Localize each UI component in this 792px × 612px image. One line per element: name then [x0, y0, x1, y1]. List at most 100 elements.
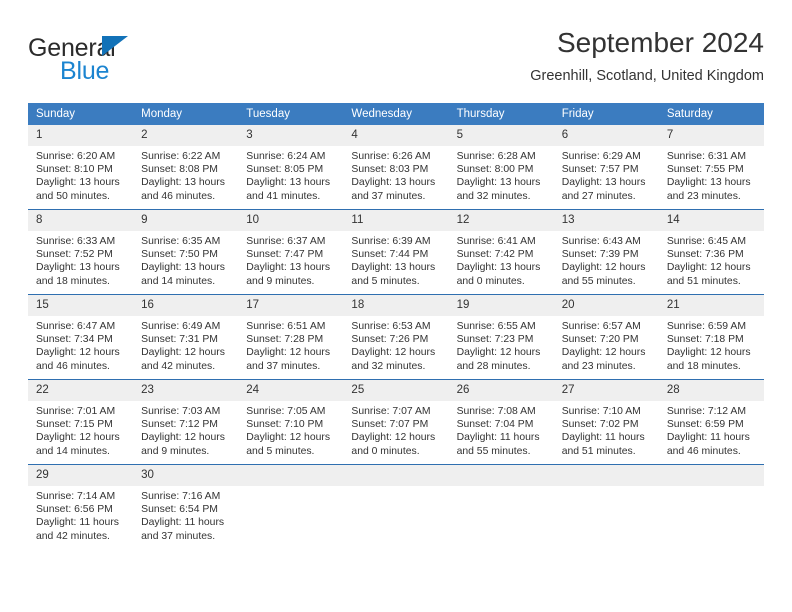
- day-cell-content: 20 Sunrise: 6:57 AM Sunset: 7:20 PM Dayligh…: [553, 295, 659, 379]
- day-sun-info: Sunrise: 6:59 AM Sunset: 7:18 PM Daylight:…: [659, 316, 764, 373]
- calendar-day-cell[interactable]: 20 Sunrise: 6:57 AM Sunset: 7:20 PM Dayligh…: [553, 294, 659, 380]
- day-cell-content: 7 Sunrise: 6:31 AM Sunset: 7:55 PM Daylight…: [658, 125, 764, 209]
- calendar-day-cell[interactable]: 4 Sunrise: 6:26 AM Sunset: 8:03 PM Daylight…: [343, 125, 449, 210]
- daylight-duration-line1: Daylight: 12 hours: [36, 347, 120, 359]
- day-number: 29: [28, 465, 134, 486]
- day-sun-info: Sunrise: 6:35 AM Sunset: 7:50 PM Daylight:…: [133, 231, 238, 288]
- day-cell-content: 8 Sunrise: 6:33 AM Sunset: 7:52 PM Daylight…: [28, 210, 134, 294]
- calendar-day-cell[interactable]: 27 Sunrise: 7:10 AM Sunset: 7:02 PM Dayligh…: [553, 379, 659, 465]
- calendar-day-cell[interactable]: 9 Sunrise: 6:35 AM Sunset: 7:50 PM Daylight…: [133, 209, 239, 295]
- sunrise-time: Sunrise: 6:49 AM: [141, 321, 221, 332]
- calendar-day-cell[interactable]: 23 Sunrise: 7:03 AM Sunset: 7:12 PM Dayligh…: [133, 379, 239, 465]
- sunset-time: Sunset: 7:31 PM: [141, 334, 218, 346]
- sunrise-time: Sunrise: 7:01 AM: [36, 406, 116, 417]
- calendar-body: 1 Sunrise: 6:20 AM Sunset: 8:10 PM Daylight…: [28, 125, 764, 549]
- logo-text-blue: Blue: [60, 57, 110, 85]
- daylight-duration-line1: Daylight: 12 hours: [351, 432, 436, 444]
- sunset-time: Sunset: 8:10 PM: [36, 164, 113, 176]
- calendar-day-cell[interactable]: [658, 464, 764, 549]
- calendar-day-cell[interactable]: [343, 464, 449, 549]
- sunset-time: Sunset: 6:54 PM: [141, 504, 218, 516]
- calendar-day-cell[interactable]: 1 Sunrise: 6:20 AM Sunset: 8:10 PM Daylight…: [28, 125, 134, 210]
- calendar-day-cell[interactable]: [448, 464, 554, 549]
- day-cell-content: 24 Sunrise: 7:05 AM Sunset: 7:10 PM Dayligh…: [238, 380, 344, 464]
- calendar-day-cell[interactable]: 22 Sunrise: 7:01 AM Sunset: 7:15 PM Dayligh…: [28, 379, 134, 465]
- day-sun-info: Sunrise: 6:26 AM Sunset: 8:03 PM Daylight:…: [343, 146, 448, 203]
- calendar-day-cell[interactable]: 3 Sunrise: 6:24 AM Sunset: 8:05 PM Daylight…: [238, 125, 344, 210]
- daylight-duration-line2: and 9 minutes.: [246, 275, 315, 287]
- daylight-duration-line1: Daylight: 12 hours: [351, 347, 436, 359]
- calendar-day-cell[interactable]: 8 Sunrise: 6:33 AM Sunset: 7:52 PM Daylight…: [28, 209, 134, 295]
- calendar-day-cell[interactable]: 17 Sunrise: 6:51 AM Sunset: 7:28 PM Dayligh…: [238, 294, 344, 380]
- day-number: 3: [238, 125, 344, 146]
- calendar-day-cell[interactable]: [553, 464, 659, 549]
- day-cell-content: 13 Sunrise: 6:43 AM Sunset: 7:39 PM Dayligh…: [553, 210, 659, 294]
- sunrise-time: Sunrise: 6:45 AM: [666, 236, 746, 247]
- sunrise-time: Sunrise: 6:29 AM: [561, 151, 641, 162]
- day-number: 5: [448, 125, 554, 146]
- calendar-day-cell[interactable]: 14 Sunrise: 6:45 AM Sunset: 7:36 PM Dayligh…: [658, 209, 764, 295]
- sunrise-time: Sunrise: 6:28 AM: [456, 151, 536, 162]
- sunset-time: Sunset: 7:15 PM: [36, 419, 113, 431]
- day-number: [658, 465, 764, 486]
- calendar-day-cell[interactable]: 28 Sunrise: 7:12 AM Sunset: 6:59 PM Dayligh…: [658, 379, 764, 465]
- day-number: 20: [553, 295, 659, 316]
- daylight-duration-line2: and 5 minutes.: [351, 275, 420, 287]
- calendar-day-cell[interactable]: 13 Sunrise: 6:43 AM Sunset: 7:39 PM Dayligh…: [553, 209, 659, 295]
- calendar-day-cell[interactable]: 18 Sunrise: 6:53 AM Sunset: 7:26 PM Dayligh…: [343, 294, 449, 380]
- daylight-duration-line2: and 51 minutes.: [561, 445, 636, 457]
- day-number: [343, 465, 449, 486]
- calendar-day-cell[interactable]: 26 Sunrise: 7:08 AM Sunset: 7:04 PM Dayligh…: [448, 379, 554, 465]
- daylight-duration-line2: and 32 minutes.: [351, 360, 426, 372]
- calendar-day-cell[interactable]: 24 Sunrise: 7:05 AM Sunset: 7:10 PM Dayligh…: [238, 379, 344, 465]
- sunset-time: Sunset: 7:26 PM: [351, 334, 429, 346]
- sunrise-time: Sunrise: 6:31 AM: [666, 151, 746, 162]
- calendar-day-cell[interactable]: 11 Sunrise: 6:39 AM Sunset: 7:44 PM Dayligh…: [343, 209, 449, 295]
- sunrise-time: Sunrise: 7:16 AM: [141, 491, 221, 502]
- day-cell-content: 19 Sunrise: 6:55 AM Sunset: 7:23 PM Dayligh…: [448, 295, 554, 379]
- calendar-day-cell[interactable]: 6 Sunrise: 6:29 AM Sunset: 7:57 PM Daylight…: [553, 125, 659, 210]
- sunset-time: Sunset: 7:20 PM: [561, 334, 639, 346]
- sunset-time: Sunset: 6:56 PM: [36, 504, 113, 516]
- day-cell-content: 5 Sunrise: 6:28 AM Sunset: 8:00 PM Daylight…: [448, 125, 554, 209]
- daylight-duration-line1: Daylight: 11 hours: [666, 432, 750, 444]
- calendar-day-cell[interactable]: 7 Sunrise: 6:31 AM Sunset: 7:55 PM Daylight…: [658, 125, 764, 210]
- sunrise-time: Sunrise: 6:41 AM: [456, 236, 536, 247]
- day-sun-info: Sunrise: 7:14 AM Sunset: 6:56 PM Daylight:…: [28, 486, 133, 543]
- day-cell-content: [343, 465, 449, 549]
- sunrise-time: Sunrise: 6:26 AM: [351, 151, 431, 162]
- calendar-day-cell[interactable]: 25 Sunrise: 7:07 AM Sunset: 7:07 PM Dayligh…: [343, 379, 449, 465]
- day-sun-info: Sunrise: 6:24 AM Sunset: 8:05 PM Daylight:…: [238, 146, 343, 203]
- sunrise-time: Sunrise: 6:20 AM: [36, 151, 116, 162]
- sunset-time: Sunset: 7:10 PM: [246, 419, 324, 431]
- calendar-day-cell[interactable]: 21 Sunrise: 6:59 AM Sunset: 7:18 PM Dayligh…: [658, 294, 764, 380]
- sunrise-time: Sunrise: 6:51 AM: [246, 321, 326, 332]
- day-sun-info: Sunrise: 6:20 AM Sunset: 8:10 PM Daylight:…: [28, 146, 133, 203]
- calendar-day-cell[interactable]: [238, 464, 344, 549]
- daylight-duration-line2: and 5 minutes.: [246, 445, 315, 457]
- daylight-duration-line2: and 46 minutes.: [666, 445, 741, 457]
- day-cell-content: [238, 465, 344, 549]
- sunrise-time: Sunrise: 6:59 AM: [666, 321, 746, 332]
- day-sun-info: [449, 486, 554, 490]
- calendar-day-cell[interactable]: 29 Sunrise: 7:14 AM Sunset: 6:56 PM Dayligh…: [28, 464, 134, 549]
- daylight-duration-line2: and 23 minutes.: [561, 360, 636, 372]
- sunset-time: Sunset: 6:59 PM: [666, 419, 744, 431]
- daylight-duration-line1: Daylight: 12 hours: [246, 432, 331, 444]
- day-number: 25: [343, 380, 449, 401]
- calendar-day-cell[interactable]: 15 Sunrise: 6:47 AM Sunset: 7:34 PM Dayligh…: [28, 294, 134, 380]
- calendar-day-cell[interactable]: 10 Sunrise: 6:37 AM Sunset: 7:47 PM Dayligh…: [238, 209, 344, 295]
- calendar-day-cell[interactable]: 30 Sunrise: 7:16 AM Sunset: 6:54 PM Dayligh…: [133, 464, 239, 549]
- calendar-day-cell[interactable]: 16 Sunrise: 6:49 AM Sunset: 7:31 PM Dayligh…: [133, 294, 239, 380]
- day-cell-content: 12 Sunrise: 6:41 AM Sunset: 7:42 PM Dayligh…: [448, 210, 554, 294]
- day-number: 19: [448, 295, 554, 316]
- calendar-day-cell[interactable]: 19 Sunrise: 6:55 AM Sunset: 7:23 PM Dayligh…: [448, 294, 554, 380]
- daylight-duration-line2: and 37 minutes.: [141, 530, 216, 542]
- page-header: General Blue September 2024 Greenhill, S…: [28, 26, 764, 96]
- calendar-day-cell[interactable]: 5 Sunrise: 6:28 AM Sunset: 8:00 PM Daylight…: [448, 125, 554, 210]
- daylight-duration-line1: Daylight: 11 hours: [561, 432, 645, 444]
- calendar-day-cell[interactable]: 12 Sunrise: 6:41 AM Sunset: 7:42 PM Dayligh…: [448, 209, 554, 295]
- day-cell-content: 11 Sunrise: 6:39 AM Sunset: 7:44 PM Dayligh…: [343, 210, 449, 294]
- day-number: 18: [343, 295, 449, 316]
- calendar-day-cell[interactable]: 2 Sunrise: 6:22 AM Sunset: 8:08 PM Daylight…: [133, 125, 239, 210]
